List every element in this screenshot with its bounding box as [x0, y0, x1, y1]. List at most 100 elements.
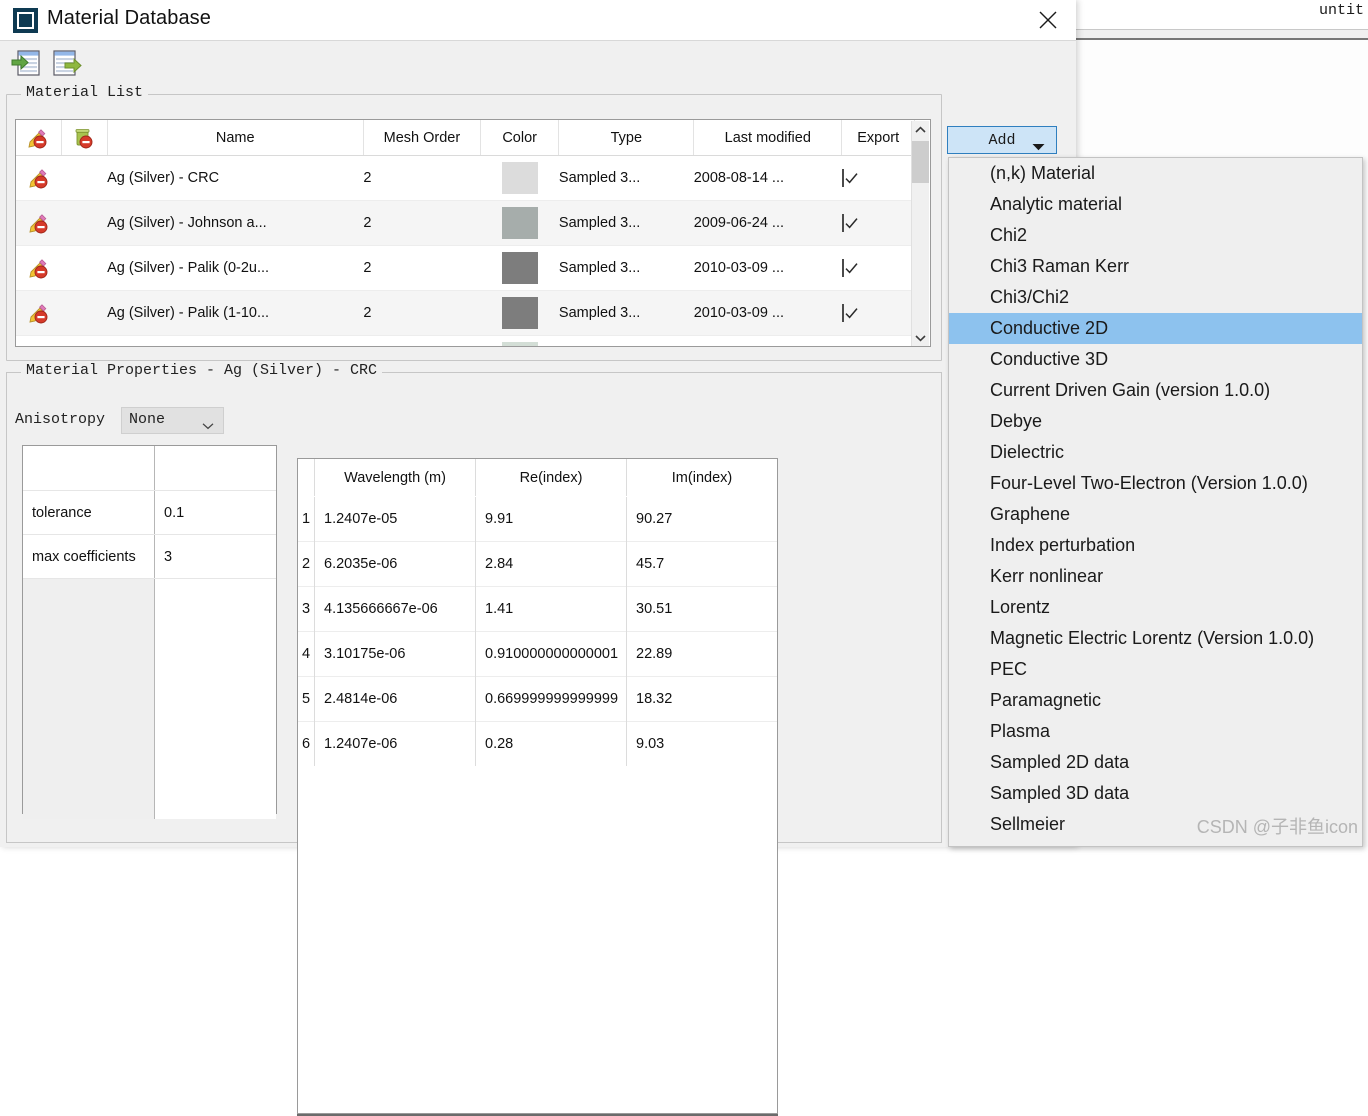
- add-button[interactable]: Add: [947, 126, 1057, 154]
- menu-item-dielectric[interactable]: Dielectric: [949, 437, 1362, 468]
- menu-item-magnetic-electric-lorentz-version-1-0-0[interactable]: Magnetic Electric Lorentz (Version 1.0.0…: [949, 623, 1362, 654]
- cell-wavelength[interactable]: 4.135666667e-06: [314, 586, 476, 632]
- column-header-color[interactable]: Color: [480, 120, 560, 156]
- row-export-checkbox[interactable]: [841, 290, 915, 336]
- column-header-type[interactable]: Type: [558, 120, 695, 156]
- menu-item-chi3-chi2[interactable]: Chi3/Chi2: [949, 282, 1362, 313]
- sampled-data-table[interactable]: Wavelength (m) Re(index) Im(index) 1 1.24…: [297, 458, 778, 1114]
- cell-im-index[interactable]: 90.27: [626, 496, 777, 542]
- row-last-modified: 2008-08-14 ...: [693, 155, 842, 201]
- menu-item-analytic-material[interactable]: Analytic material: [949, 189, 1362, 220]
- cell-wavelength[interactable]: 6.2035e-06: [314, 541, 476, 587]
- cell-re-index[interactable]: 0.910000000000001: [475, 631, 627, 677]
- coefficient-value[interactable]: 3: [154, 534, 276, 579]
- import-list-icon[interactable]: [10, 48, 44, 80]
- table-row[interactable]: Ag (Silver) - Palik (0-2u... 2 Sampled 3..…: [16, 245, 915, 291]
- menu-item-debye[interactable]: Debye: [949, 406, 1362, 437]
- material-list-table-area[interactable]: Name Mesh Order Color Type Last modified…: [15, 119, 931, 347]
- row-spacer: [61, 335, 108, 346]
- menu-item-chi3-raman-kerr[interactable]: Chi3 Raman Kerr: [949, 251, 1362, 282]
- row-export-checkbox[interactable]: [841, 335, 915, 346]
- row-name: Ag (Silver) - Palik (1-10...: [107, 290, 364, 336]
- menu-item-sampled-3d-data[interactable]: Sampled 3D data: [949, 778, 1362, 809]
- menu-item-conductive-2d[interactable]: Conductive 2D: [949, 313, 1362, 344]
- column-header-mesh-order[interactable]: Mesh Order: [363, 120, 481, 156]
- anisotropy-select[interactable]: None: [121, 407, 224, 434]
- cell-im-index[interactable]: 22.89: [626, 631, 777, 677]
- table-row[interactable]: Ag (Silver) - CRC 2 Sampled 3... 2008-08-14…: [16, 155, 915, 201]
- coefficient-value[interactable]: 0.1: [154, 490, 276, 535]
- column-header-im-index[interactable]: Im(index): [626, 459, 777, 497]
- cell-im-index[interactable]: 18.32: [626, 676, 777, 722]
- cell-im-index[interactable]: 9.03: [626, 721, 777, 766]
- cell-wavelength[interactable]: 2.4814e-06: [314, 676, 476, 722]
- cell-im-index[interactable]: 30.51: [626, 586, 777, 632]
- coefficient-row[interactable]: max coefficients 3: [23, 534, 276, 579]
- row-edit-icon[interactable]: [16, 155, 62, 201]
- cell-im-index[interactable]: 45.7: [626, 541, 777, 587]
- row-export-checkbox[interactable]: [841, 245, 915, 291]
- coefficient-row[interactable]: tolerance 0.1: [23, 490, 276, 535]
- cell-re-index[interactable]: 2.84: [475, 541, 627, 587]
- coefficients-table[interactable]: tolerance 0.1 max coefficients 3: [22, 445, 277, 819]
- row-name: [107, 335, 364, 346]
- export-list-icon[interactable]: [50, 48, 84, 80]
- row-color-swatch[interactable]: [480, 290, 559, 336]
- cell-wavelength[interactable]: 3.10175e-06: [314, 631, 476, 677]
- column-header-edit-icon[interactable]: [16, 120, 62, 156]
- coefficients-header-row: [23, 446, 276, 491]
- menu-item-current-driven-gain-version-1-0-0[interactable]: Current Driven Gain (version 1.0.0): [949, 375, 1362, 406]
- menu-item-sampled-2d-data[interactable]: Sampled 2D data: [949, 747, 1362, 778]
- table-row[interactable]: 5 2.4814e-06 0.669999999999999 18.32: [298, 676, 777, 722]
- column-header-delete-icon[interactable]: [61, 120, 108, 156]
- menu-item-kerr-nonlinear[interactable]: Kerr nonlinear: [949, 561, 1362, 592]
- cell-re-index[interactable]: 1.41: [475, 586, 627, 632]
- menu-item-graphene[interactable]: Graphene: [949, 499, 1362, 530]
- row-color-swatch[interactable]: [480, 155, 559, 201]
- table-row[interactable]: 2 6.2035e-06 2.84 45.7: [298, 541, 777, 587]
- table-row[interactable]: Ag (Silver) - Palik (1-10... 2 Sampled 3..…: [16, 290, 915, 336]
- table-row[interactable]: 4 3.10175e-06 0.910000000000001 22.89: [298, 631, 777, 677]
- material-properties-legend: Material Properties - Ag (Silver) - CRC: [21, 362, 383, 379]
- menu-item-pec[interactable]: PEC: [949, 654, 1362, 685]
- column-header-wavelength[interactable]: Wavelength (m): [314, 459, 476, 497]
- row-export-checkbox[interactable]: [841, 155, 915, 201]
- table-row[interactable]: 6 1.2407e-06 0.28 9.03: [298, 721, 777, 766]
- cell-re-index[interactable]: 0.669999999999999: [475, 676, 627, 722]
- cell-re-index[interactable]: 0.28: [475, 721, 627, 766]
- scrollbar-thumb[interactable]: [912, 141, 929, 183]
- menu-item-index-perturbation[interactable]: Index perturbation: [949, 530, 1362, 561]
- cell-re-index[interactable]: 9.91: [475, 496, 627, 542]
- row-edit-icon[interactable]: [16, 200, 62, 246]
- table-row[interactable]: Ag (Silver) - Johnson a... 2 Sampled 3... 2…: [16, 200, 915, 246]
- cell-wavelength[interactable]: 1.2407e-05: [314, 496, 476, 542]
- column-header-re-index[interactable]: Re(index): [475, 459, 627, 497]
- column-header-last-modified[interactable]: Last modified: [693, 120, 843, 156]
- row-edit-icon[interactable]: [16, 290, 62, 336]
- watermark: CSDN @子非鱼icon: [1196, 817, 1358, 837]
- row-edit-icon[interactable]: [16, 245, 62, 291]
- menu-item-four-level-two-electron-version-1-0-0[interactable]: Four-Level Two-Electron (Version 1.0.0): [949, 468, 1362, 499]
- column-header-export[interactable]: Export: [841, 120, 915, 156]
- menu-item-plasma[interactable]: Plasma: [949, 716, 1362, 747]
- row-color-swatch[interactable]: [480, 335, 559, 346]
- row-export-checkbox[interactable]: [841, 200, 915, 246]
- menu-item-lorentz[interactable]: Lorentz: [949, 592, 1362, 623]
- menu-item-conductive-3d[interactable]: Conductive 3D: [949, 344, 1362, 375]
- menu-item-chi2[interactable]: Chi2: [949, 220, 1362, 251]
- row-color-swatch[interactable]: [480, 245, 559, 291]
- menu-item-paramagnetic[interactable]: Paramagnetic: [949, 685, 1362, 716]
- table-row[interactable]: 3 4.135666667e-06 1.41 30.51: [298, 586, 777, 632]
- row-edit-icon[interactable]: [16, 335, 62, 346]
- table-row[interactable]: 1 1.2407e-05 9.91 90.27: [298, 496, 777, 542]
- material-list-scrollbar[interactable]: [911, 121, 929, 346]
- scroll-up-icon[interactable]: [912, 121, 929, 139]
- close-icon[interactable]: [1024, 0, 1072, 40]
- column-header-name[interactable]: Name: [107, 120, 364, 156]
- cell-wavelength[interactable]: 1.2407e-06: [314, 721, 476, 766]
- table-row[interactable]: [16, 335, 915, 346]
- row-color-swatch[interactable]: [480, 200, 559, 246]
- menu-item-n-k-material[interactable]: (n,k) Material: [949, 158, 1362, 189]
- scroll-down-icon[interactable]: [912, 329, 929, 346]
- add-material-type-menu[interactable]: (n,k) Material Analytic material Chi2 Chi3 …: [948, 157, 1363, 847]
